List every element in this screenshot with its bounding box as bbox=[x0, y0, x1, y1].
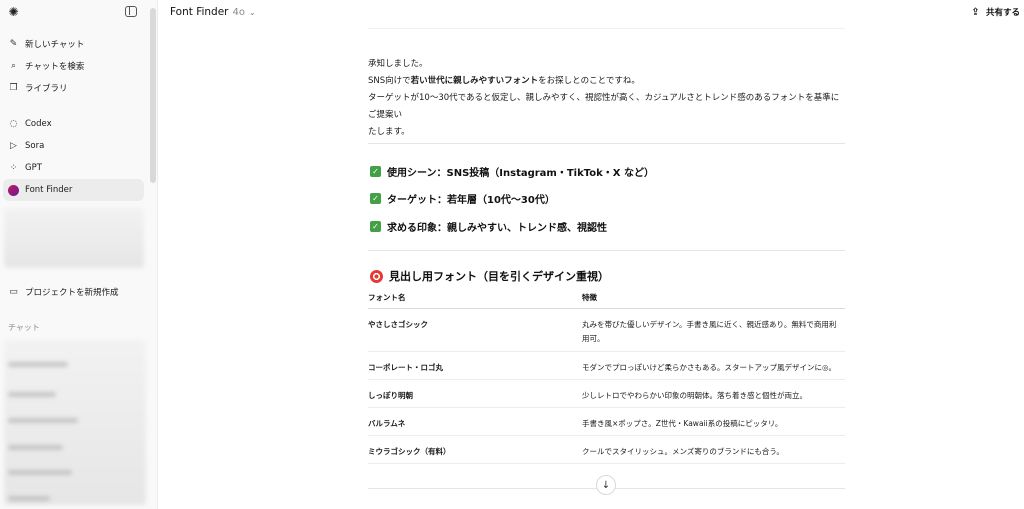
sidebar-top: ✺ bbox=[0, 0, 157, 24]
font-name: バルラムネ bbox=[368, 407, 582, 436]
sidebar-item-codex[interactable]: ◌ Codex bbox=[3, 113, 144, 135]
font-name: しっぽり明朝 bbox=[368, 379, 582, 408]
chats-section-label: チャット bbox=[8, 323, 40, 332]
sidebar-item-label: Sora bbox=[25, 141, 45, 151]
intro-line: たします。 bbox=[368, 127, 410, 137]
chevron-down-icon: ⌄ bbox=[248, 7, 256, 17]
search-icon: ⌕ bbox=[10, 61, 17, 71]
checkmark-icon: ✓ bbox=[370, 193, 381, 204]
font-description-line: 丸みを帯びた優しいデザイン。手書き風に近く、親近感あり。無料で商用利 bbox=[582, 319, 837, 329]
divider bbox=[368, 143, 845, 144]
check-item: ✓ 使用シーン：SNS投稿（Instagram・TikTok・X など） bbox=[370, 164, 654, 179]
sidebar-item-label: GPT bbox=[25, 163, 42, 173]
font-name: ミウラゴシック（有料） bbox=[368, 435, 582, 464]
sidebar-item-font-finder[interactable]: Font Finder bbox=[3, 179, 144, 201]
sidebar: ✺ ✎ 新しいチャット ⌕ チャットを検索 ❐ ライブラリ ◌ Codex ▷ … bbox=[0, 0, 158, 509]
sidebar-item-label: 新しいチャット bbox=[25, 40, 85, 50]
intro-text: をお探しとのことですね。 bbox=[538, 76, 640, 86]
sora-icon: ▷ bbox=[10, 141, 17, 151]
sidebar-item-sora[interactable]: ▷ Sora bbox=[3, 135, 144, 157]
sidebar-item-library[interactable]: ❐ ライブラリ bbox=[3, 77, 144, 99]
intro-line: ターゲットが10～30代であると仮定し、親しみやすく、視認性が高く、カジュアルさ… bbox=[368, 93, 840, 120]
column-header: フォント名 bbox=[368, 288, 582, 309]
gpt-grid-icon: ⁘ bbox=[9, 163, 18, 173]
font-description: モダンでプロっぽいけど柔らかさもある。スタートアップ風デザインに◎。 bbox=[582, 351, 845, 380]
font-description: 丸みを帯びた優しいデザイン。手書き風に近く、親近感あり。無料で商用利 用可。 bbox=[582, 308, 845, 352]
intro-line: 承知しました。 bbox=[368, 59, 428, 69]
assistant-message: 承知しました。 SNS向けで若い世代に親しみやすいフォントをお探しとのことですね… bbox=[368, 30, 845, 141]
table-row: バルラムネ 手書き風×ポップさ。Z世代・Kawaii系の投稿にピッタリ。 bbox=[368, 407, 845, 436]
section-heading-text: 見出し用フォント（目を引くデザイン重視） bbox=[389, 270, 609, 283]
sidebar-item-gpt[interactable]: ⁘ GPT bbox=[3, 157, 144, 179]
font-name: やさしさゴシック bbox=[368, 308, 582, 352]
checkmark-icon: ✓ bbox=[370, 221, 381, 232]
intro-line: SNS向けで若い世代に親しみやすいフォントをお探しとのことですね。 bbox=[368, 73, 845, 90]
new-project-button[interactable]: ▭ プロジェクトを新規作成 bbox=[3, 281, 144, 303]
check-text: 使用シーン：SNS投稿（Instagram・TikTok・X など） bbox=[387, 168, 654, 179]
chat-history-item[interactable] bbox=[8, 470, 72, 475]
sidebar-item-label: Font Finder bbox=[25, 185, 73, 195]
library-icon: ❐ bbox=[9, 83, 18, 93]
intro-bold-text: 若い世代に親しみやすいフォント bbox=[410, 76, 539, 86]
chat-history-item[interactable] bbox=[8, 496, 50, 501]
chat-history-item[interactable] bbox=[8, 445, 63, 450]
sidebar-toggle-icon[interactable] bbox=[125, 6, 137, 17]
chat-history-item[interactable] bbox=[8, 362, 68, 367]
blurred-gpt-list bbox=[4, 208, 144, 268]
font-table: フォント名 特徴 やさしさゴシック 丸みを帯びた優しいデザイン。手書き風に近く、… bbox=[368, 288, 845, 464]
sidebar-item-label: ライブラリ bbox=[25, 84, 68, 94]
folder-plus-icon: ▭ bbox=[9, 287, 18, 297]
intro-text: SNS向けで bbox=[368, 76, 411, 86]
openai-logo-icon[interactable]: ✺ bbox=[7, 6, 20, 19]
font-name: コーポレート・ロゴ丸 bbox=[368, 351, 582, 380]
share-button[interactable]: ⇪ 共有する bbox=[970, 6, 1020, 19]
model-version: 4o bbox=[232, 6, 245, 18]
header-divider bbox=[368, 28, 845, 29]
sidebar-item-new-chat[interactable]: ✎ 新しいチャット bbox=[3, 33, 144, 55]
table-header-row: フォント名 特徴 bbox=[368, 288, 845, 309]
share-icon: ⇪ bbox=[971, 6, 980, 18]
table-row: しっぽり明朝 少しレトロでやわらかい印象の明朝体。落ち着き感と個性が両立。 bbox=[368, 379, 845, 408]
new-chat-icon: ✎ bbox=[9, 39, 18, 49]
checkmark-icon: ✓ bbox=[370, 166, 381, 177]
codex-icon: ◌ bbox=[9, 119, 18, 129]
section-heading: 見出し用フォント（目を引くデザイン重視） bbox=[370, 268, 609, 284]
column-header: 特徴 bbox=[582, 288, 845, 309]
share-label: 共有する bbox=[985, 8, 1020, 18]
sidebar-item-search[interactable]: ⌕ チャットを検索 bbox=[3, 55, 144, 77]
font-description: 少しレトロでやわらかい印象の明朝体。落ち着き感と個性が両立。 bbox=[582, 379, 845, 408]
gpt-title: Font Finder bbox=[170, 6, 229, 18]
divider bbox=[368, 250, 845, 251]
table-row: コーポレート・ロゴ丸 モダンでプロっぽいけど柔らかさもある。スタートアップ風デザ… bbox=[368, 351, 845, 380]
chat-history-item[interactable] bbox=[8, 392, 56, 397]
check-text: ターゲット：若年層（10代～30代） bbox=[387, 195, 555, 206]
chat-history-item[interactable] bbox=[8, 418, 78, 423]
sidebar-item-label: チャットを検索 bbox=[25, 62, 85, 72]
header: Font Finder 4o ⌄ ⇪ 共有する bbox=[158, 0, 1024, 28]
arrow-down-icon: ↓ bbox=[601, 479, 611, 491]
model-selector[interactable]: Font Finder 4o ⌄ bbox=[170, 6, 256, 18]
sidebar-item-label: Codex bbox=[25, 119, 52, 129]
font-description: クールでスタイリッシュ。メンズ寄りのブランドにも合う。 bbox=[582, 435, 845, 464]
target-icon bbox=[370, 269, 383, 283]
table-row: ミウラゴシック（有料） クールでスタイリッシュ。メンズ寄りのブランドにも合う。 bbox=[368, 435, 845, 464]
scroll-down-button[interactable]: ↓ bbox=[596, 475, 616, 495]
table-row: やさしさゴシック 丸みを帯びた優しいデザイン。手書き風に近く、親近感あり。無料で… bbox=[368, 308, 845, 352]
font-finder-avatar bbox=[8, 184, 19, 196]
check-text: 求める印象：親しみやすい、トレンド感、視認性 bbox=[387, 223, 607, 234]
font-description-line: 用可。 bbox=[582, 333, 605, 343]
font-description: 手書き風×ポップさ。Z世代・Kawaii系の投稿にピッタリ。 bbox=[582, 407, 845, 436]
new-project-label: プロジェクトを新規作成 bbox=[25, 288, 119, 298]
sidebar-scrollbar[interactable] bbox=[150, 8, 156, 183]
check-item: ✓ ターゲット：若年層（10代～30代） bbox=[370, 191, 555, 206]
check-item: ✓ 求める印象：親しみやすい、トレンド感、視認性 bbox=[370, 219, 607, 234]
